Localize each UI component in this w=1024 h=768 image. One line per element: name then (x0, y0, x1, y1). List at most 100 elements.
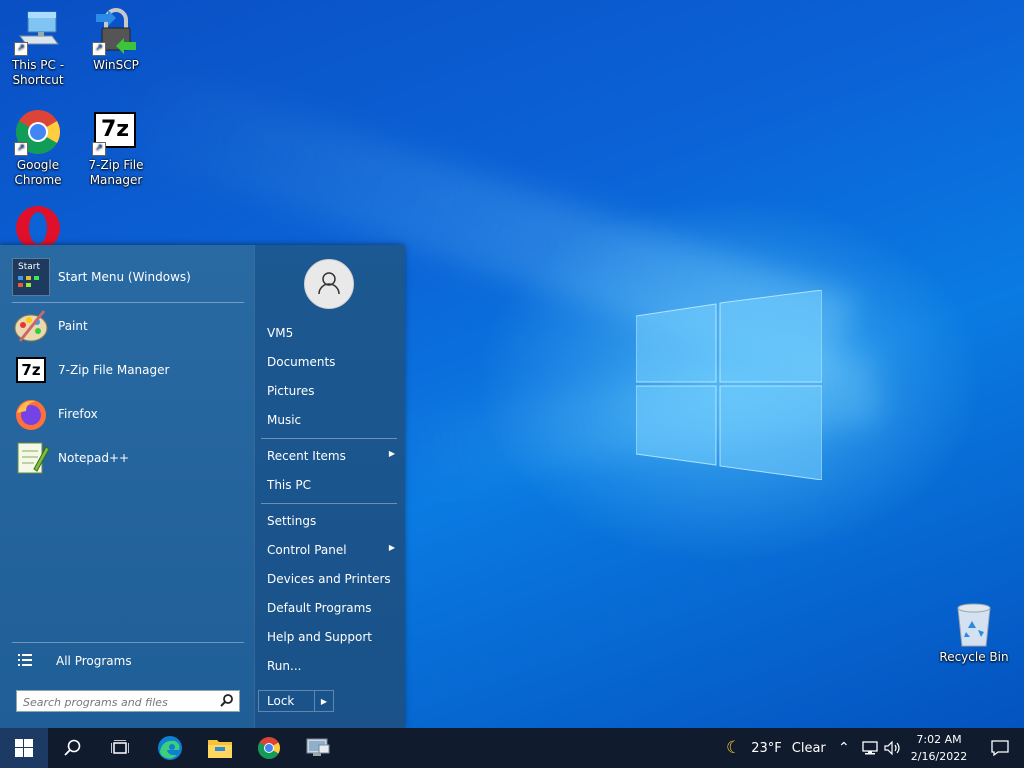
notepadpp-icon (12, 439, 50, 477)
place-label: Default Programs (267, 601, 372, 615)
network-icon (862, 741, 878, 755)
pinned-label: Notepad++ (58, 451, 130, 465)
shortcut-arrow-icon: ↗ (92, 142, 106, 156)
desktop-icon-label: Manager (89, 173, 143, 187)
clock-time: 7:02 AM (916, 733, 962, 746)
place-label: Documents (267, 355, 336, 369)
desktop-icon-this-pc[interactable]: ↗ This PC - Shortcut (0, 8, 76, 88)
place-item-default-programs[interactable]: Default Programs (267, 601, 399, 615)
taskbar-chrome[interactable] (245, 728, 293, 768)
pinned-label: Firefox (58, 407, 98, 421)
desktop-icon-winscp[interactable]: ↗ WinSCP (78, 8, 154, 73)
place-item-devices-printers[interactable]: Devices and Printers (267, 572, 399, 586)
action-center-button[interactable] (976, 728, 1024, 768)
pinned-start-menu-windows[interactable]: Start Start Menu (Windows) (12, 257, 244, 297)
start-badge: Start (18, 262, 40, 272)
power-options-arrow-icon[interactable]: ▶ (314, 691, 333, 711)
chrome-icon (258, 737, 280, 759)
task-view-icon (111, 740, 129, 754)
place-item-help-support[interactable]: Help and Support (267, 630, 399, 644)
taskbar-remote-desktop[interactable] (294, 728, 342, 768)
user-icon (318, 272, 340, 295)
desktop-icon-label: Google (16, 158, 60, 172)
place-label: Help and Support (267, 630, 372, 644)
submenu-arrow-icon: ▶ (388, 449, 395, 458)
place-label: Control Panel (267, 543, 347, 557)
submenu-arrow-icon: ▶ (388, 543, 395, 552)
divider (12, 642, 244, 643)
place-item-documents[interactable]: Documents (267, 355, 399, 369)
search-box[interactable] (16, 690, 240, 712)
desktop-icon-label: Recycle Bin (939, 650, 1009, 664)
shortcut-arrow-icon: ↗ (14, 142, 28, 156)
moon-icon: ☾ (726, 738, 742, 758)
weather-temp: 23°F (751, 740, 782, 756)
start-menu: Start Start Menu (Windows) Paint 7z 7-Zi… (0, 245, 405, 728)
pinned-7zip[interactable]: 7z 7-Zip File Manager (12, 350, 244, 390)
taskbar: ☾ 23°F Clear ⌃ 7:02 AM 2/16/2022 (0, 728, 1024, 768)
windows-logo-wallpaper-icon (636, 290, 822, 480)
start-menu-places-pane: VM5 Documents Pictures Music Recent Item… (254, 245, 405, 728)
file-explorer-icon (208, 740, 232, 758)
place-item-this-pc[interactable]: This PC (267, 478, 399, 492)
chrome-icon: ↗ (14, 108, 62, 156)
desktop-icon-label: Chrome (14, 173, 62, 187)
taskbar-file-explorer[interactable] (196, 728, 244, 768)
place-label: Run... (267, 659, 302, 673)
place-item-recent-items[interactable]: Recent Items ▶ (267, 449, 399, 463)
weather-widget[interactable]: ☾ 23°F Clear (726, 728, 826, 768)
pinned-paint[interactable]: Paint (12, 306, 244, 346)
windows-start-icon (15, 739, 33, 757)
lock-button[interactable]: Lock (259, 694, 314, 708)
desktop-icon-google-chrome[interactable]: ↗ Google Chrome (0, 108, 76, 188)
desktop-icon-label: 7-Zip File (88, 158, 144, 172)
weather-condition: Clear (791, 740, 826, 756)
search-icon[interactable] (220, 694, 233, 710)
place-label: Settings (267, 514, 317, 528)
divider (12, 302, 244, 303)
shortcut-arrow-icon: ↗ (14, 42, 28, 56)
search-input[interactable] (21, 693, 221, 711)
clock-date: 2/16/2022 (910, 750, 968, 763)
show-hidden-icons-button[interactable]: ⌃ (838, 728, 850, 768)
7zip-badge: 7z (16, 357, 46, 383)
network-status[interactable] (862, 728, 878, 768)
remote-desktop-icon (306, 738, 330, 756)
desktop-icon-7zip[interactable]: 7z ↗ 7-Zip File Manager (78, 108, 154, 188)
place-item-run[interactable]: Run... (267, 659, 399, 673)
place-item-music[interactable]: Music (267, 413, 399, 427)
place-item-control-panel[interactable]: Control Panel ▶ (267, 543, 399, 557)
all-programs-label: All Programs (56, 654, 132, 668)
place-item-pictures[interactable]: Pictures (267, 384, 399, 398)
place-label: VM5 (267, 326, 294, 340)
divider (261, 503, 397, 504)
user-avatar[interactable] (304, 259, 354, 309)
volume-control[interactable] (884, 728, 902, 768)
place-item-settings[interactable]: Settings (267, 514, 399, 528)
place-label: Recent Items (267, 449, 346, 463)
computer-icon: ↗ (14, 8, 62, 56)
paint-icon (12, 307, 50, 345)
list-icon (18, 653, 32, 669)
pinned-label: Paint (58, 319, 88, 333)
shortcut-arrow-icon: ↗ (92, 42, 106, 56)
desktop-icon-recycle-bin[interactable]: Recycle Bin (936, 600, 1012, 665)
pinned-label: 7-Zip File Manager (58, 363, 170, 377)
all-programs-button[interactable]: All Programs (18, 652, 238, 670)
task-view-button[interactable] (96, 728, 144, 768)
7zip-icon: 7z ↗ (92, 108, 140, 156)
pinned-notepadpp[interactable]: Notepad++ (12, 438, 244, 478)
pinned-firefox[interactable]: Firefox (12, 394, 244, 434)
recycle-bin-icon (950, 600, 998, 648)
taskbar-clock[interactable]: 7:02 AM 2/16/2022 (906, 731, 972, 765)
taskbar-edge[interactable] (146, 728, 194, 768)
lock-button-group: Lock ▶ (258, 690, 334, 712)
start-menu-settings-icon: Start (12, 258, 50, 296)
place-label: This PC (267, 478, 311, 492)
place-item-user[interactable]: VM5 (267, 326, 399, 340)
firefox-icon (12, 395, 50, 433)
place-label: Pictures (267, 384, 315, 398)
taskbar-search-button[interactable] (48, 728, 96, 768)
desktop-icon-label: WinSCP (93, 58, 139, 72)
start-button[interactable] (0, 728, 48, 768)
